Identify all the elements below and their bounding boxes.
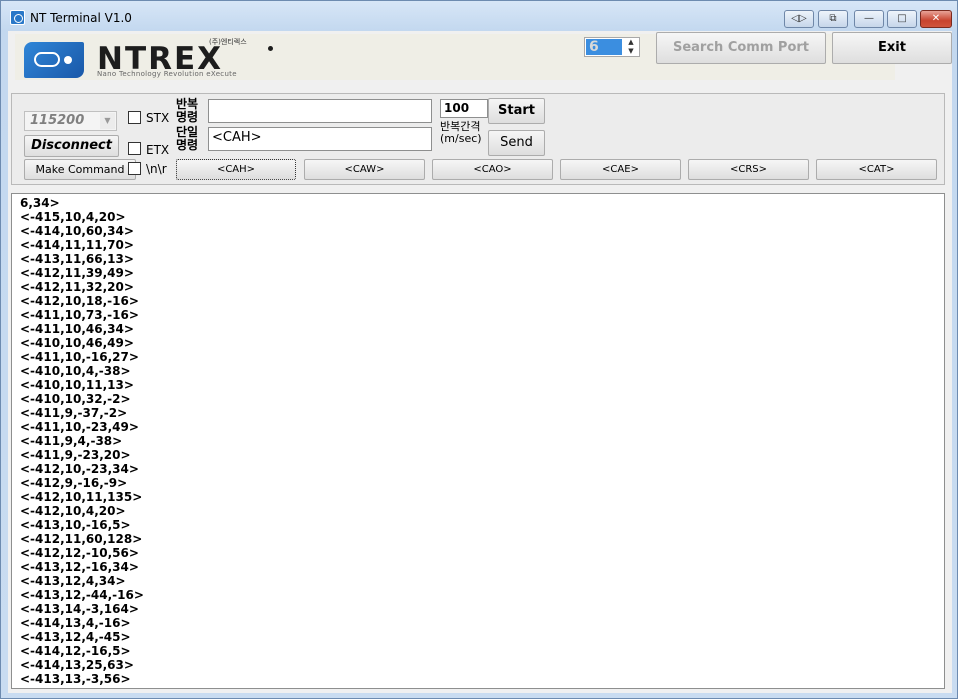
- etx-checkbox[interactable]: [128, 142, 141, 155]
- log-line: <-412,10,11,135>: [20, 490, 143, 504]
- log-line: <-410,10,4,-38>: [20, 364, 131, 378]
- log-line: <-411,10,-23,49>: [20, 420, 139, 434]
- disconnect-button[interactable]: Disconnect: [24, 135, 119, 157]
- quick-command-cah[interactable]: <CAH>: [176, 159, 296, 180]
- log-line: <-415,10,4,20>: [20, 210, 126, 224]
- close-button[interactable]: ✕: [920, 10, 952, 28]
- log-line: <-414,13,4,-16>: [20, 616, 131, 630]
- extra-caption-button-2[interactable]: ⧉: [818, 10, 848, 28]
- log-line: <-411,10,46,34>: [20, 322, 134, 336]
- stx-label: STX: [146, 111, 170, 125]
- log-line: <-413,12,-16,34>: [20, 560, 139, 574]
- exit-button[interactable]: Exit: [832, 32, 952, 64]
- log-line: <-413,10,-16,5>: [20, 518, 131, 532]
- log-line: <-414,12,-16,5>: [20, 644, 131, 658]
- log-line: <-411,9,4,-38>: [20, 434, 123, 448]
- quick-command-crs[interactable]: <CRS>: [688, 159, 809, 180]
- log-line: <-414,11,11,70>: [20, 238, 134, 252]
- window-title: NT Terminal V1.0: [30, 11, 132, 25]
- app-icon: [10, 10, 25, 25]
- single-command-label-line1: 단일: [176, 125, 199, 139]
- log-line: <-413,11,66,13>: [20, 252, 134, 266]
- repeat-command-label-line1: 반복: [176, 97, 199, 111]
- make-command-button[interactable]: Make Command: [24, 159, 136, 180]
- baud-rate-select[interactable]: 115200 ▼: [24, 111, 117, 131]
- newline-label: \n\r: [146, 162, 167, 176]
- single-command-label-line2: 명령: [176, 138, 199, 152]
- maximize-button[interactable]: □: [887, 10, 917, 28]
- quick-command-caw[interactable]: <CAW>: [304, 159, 425, 180]
- quick-command-cat[interactable]: <CAT>: [816, 159, 937, 180]
- log-line: <-411,10,73,-16>: [20, 308, 139, 322]
- etx-label: ETX: [146, 143, 170, 157]
- port-number-value[interactable]: 6: [586, 39, 622, 55]
- log-line: <-412,12,-10,56>: [20, 546, 139, 560]
- quick-command-cao[interactable]: <CAO>: [432, 159, 553, 180]
- stx-checkbox[interactable]: [128, 111, 141, 124]
- log-line: <-410,10,46,49>: [20, 336, 134, 350]
- log-line: <-410,10,11,13>: [20, 378, 134, 392]
- log-line: <-413,13,-3,56>: [20, 672, 131, 686]
- terminal-output[interactable]: 6,34> <-415,10,4,20> <-414,10,60,34> <-4…: [11, 193, 945, 689]
- log-line: <-412,10,4,20>: [20, 504, 126, 518]
- title-bar[interactable]: NT Terminal V1.0 ◁▷ ⧉ — □ ✕: [1, 1, 957, 31]
- log-line: <-410,10,32,-2>: [20, 392, 131, 406]
- start-button[interactable]: Start: [488, 98, 545, 124]
- log-line: <-412,10,-23,34>: [20, 462, 139, 476]
- log-line: <-412,9,-16,-9>: [20, 476, 128, 490]
- log-line: <-414,13,25,63>: [20, 658, 134, 672]
- log-line: <-411,9,-23,20>: [20, 448, 131, 462]
- interval-unit-label: (m/sec): [440, 132, 482, 145]
- log-line: <-411,10,-16,27>: [20, 350, 139, 364]
- minimize-button[interactable]: —: [854, 10, 884, 28]
- log-line: <-413,12,4,-45>: [20, 630, 131, 644]
- port-number-spinner[interactable]: 6 ▲ ▼: [584, 37, 640, 57]
- app-window: NT Terminal V1.0 ◁▷ ⧉ — □ ✕ (주)엔티렉스 NTRE…: [0, 0, 958, 699]
- search-comm-port-button[interactable]: Search Comm Port: [656, 32, 826, 64]
- log-line: <-412,11,39,49>: [20, 266, 134, 280]
- log-line: <-414,10,60,34>: [20, 224, 134, 238]
- baud-rate-value: 115200: [30, 113, 85, 128]
- single-command-input[interactable]: <CAH>: [208, 127, 432, 151]
- logo-tagline: Nano Technology Revolution eXecute: [97, 70, 237, 78]
- log-line: <-413,12,4,34>: [20, 574, 126, 588]
- send-button[interactable]: Send: [488, 130, 545, 156]
- newline-checkbox[interactable]: [128, 162, 141, 175]
- log-line: 6,34>: [20, 196, 60, 210]
- log-line: <-413,14,-3,164>: [20, 602, 139, 616]
- chevron-down-icon[interactable]: ▼: [100, 113, 115, 129]
- log-line: <-412,10,18,-16>: [20, 294, 139, 308]
- log-line: <-413,12,-44,-16>: [20, 588, 144, 602]
- repeat-command-label-line2: 명령: [176, 110, 199, 124]
- interval-input[interactable]: 100: [440, 99, 488, 118]
- log-line: <-412,11,32,20>: [20, 280, 134, 294]
- log-line: <-412,11,60,128>: [20, 532, 143, 546]
- extra-caption-button-1[interactable]: ◁▷: [784, 10, 814, 28]
- repeat-command-input[interactable]: [208, 99, 432, 123]
- logo-dot: [268, 46, 273, 51]
- log-line: <-411,9,-37,-2>: [20, 406, 128, 420]
- spinner-arrows-icon[interactable]: ▲ ▼: [623, 38, 639, 56]
- quick-command-cae[interactable]: <CAE>: [560, 159, 681, 180]
- ntrex-logo-icon: [24, 42, 84, 78]
- client-area: (주)엔티렉스 NTREX Nano Technology Revolution…: [8, 31, 952, 693]
